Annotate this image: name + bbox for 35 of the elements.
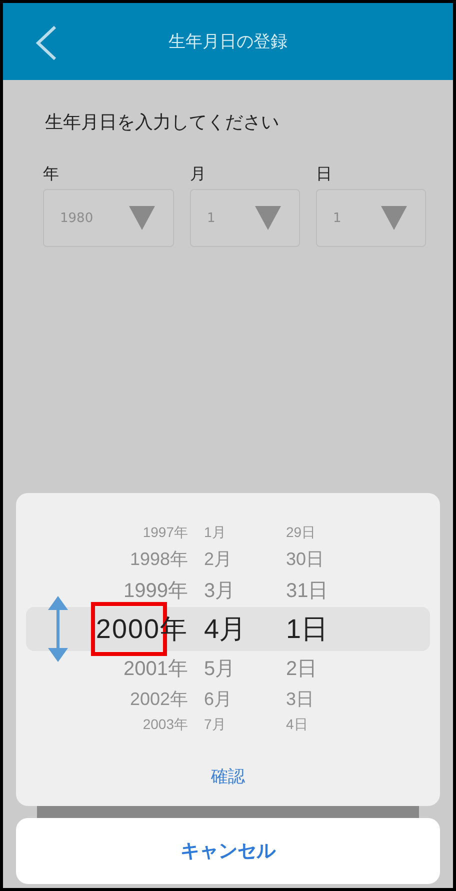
picker-day[interactable]: 29日: [286, 524, 316, 542]
picker-year[interactable]: 1999年: [124, 580, 188, 602]
field-label: 年: [43, 164, 60, 185]
confirm-button[interactable]: 確認: [16, 746, 440, 806]
picker-year[interactable]: 2003年: [142, 716, 188, 732]
dropdown-field[interactable]: 1980: [43, 189, 174, 247]
picker-year[interactable]: 2002年: [130, 689, 188, 709]
dropdown-field[interactable]: 1: [190, 189, 300, 247]
back-icon[interactable]: [35, 25, 57, 61]
picker-day[interactable]: 4日: [286, 716, 308, 734]
picker-month[interactable]: 1月: [204, 524, 274, 542]
picker-day[interactable]: 2日: [286, 654, 318, 682]
dropdown-arrow-icon: [381, 206, 407, 230]
picker-day[interactable]: 30日: [286, 547, 324, 571]
prompt-text: 生年月日を入力してください: [45, 111, 280, 134]
picker-year[interactable]: 2001年: [124, 658, 188, 680]
picker-day[interactable]: 3日: [286, 687, 314, 711]
picker-year[interactable]: 1997年: [142, 524, 188, 540]
picker-month[interactable]: 2月: [204, 547, 274, 571]
picker-month[interactable]: 5月: [204, 654, 274, 682]
picker-year[interactable]: 1998年: [130, 549, 188, 569]
screen-title: 生年月日の登録: [168, 31, 288, 53]
dropdown-arrow-icon: [129, 206, 155, 230]
field-label: 日: [316, 164, 333, 185]
picker-day[interactable]: 1日: [286, 611, 328, 647]
double-arrow-icon: [46, 596, 70, 662]
picker-day[interactable]: 31日: [286, 576, 328, 604]
picker-month[interactable]: 6月: [204, 687, 274, 711]
dropdown-field[interactable]: 1: [316, 189, 426, 247]
field-label: 月: [190, 164, 207, 185]
picker-month[interactable]: 4月: [204, 611, 274, 647]
cancel-button[interactable]: キャンセル: [16, 818, 440, 884]
picker-month[interactable]: 3月: [204, 576, 274, 604]
picker-month[interactable]: 7月: [204, 716, 274, 734]
dropdown-arrow-icon: [255, 206, 281, 230]
